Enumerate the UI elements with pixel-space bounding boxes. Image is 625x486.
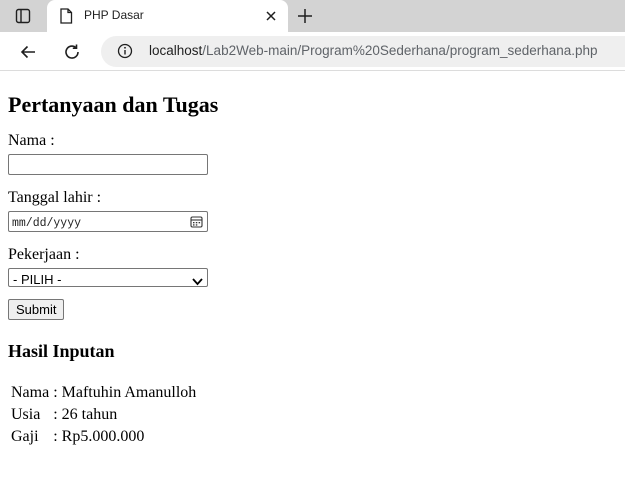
page-title: Pertanyaan dan Tugas — [8, 92, 219, 117]
dob-placeholder: mm/dd/yyyy — [12, 217, 82, 230]
name-input[interactable] — [8, 154, 208, 175]
result-label: Nama — [11, 384, 50, 401]
reload-icon[interactable] — [62, 42, 82, 62]
page-icon — [59, 8, 73, 24]
job-selected-value: - PILIH - — [13, 272, 62, 287]
browser-tab[interactable]: PHP Dasar — [47, 0, 288, 32]
result-value: : Maftuhin Amanulloh — [53, 384, 197, 401]
result-value: : 26 tahun — [53, 406, 118, 423]
tab-title: PHP Dasar — [84, 8, 144, 22]
tab-strip: PHP Dasar — [0, 0, 625, 32]
table-row: Nama : Maftuhin Amanulloh — [10, 383, 197, 403]
job-label: Pekerjaan : — [8, 246, 80, 263]
url-path: /Lab2Web-main/Program%20Sederhana/progra… — [202, 43, 598, 58]
result-label: Gaji — [11, 428, 39, 445]
browser-toolbar: localhost/Lab2Web-main/Program%20Sederha… — [0, 32, 625, 71]
calendar-icon[interactable] — [190, 215, 203, 228]
result-label: Usia — [11, 406, 41, 423]
new-tab-icon[interactable] — [295, 6, 315, 26]
site-info-icon[interactable] — [117, 43, 133, 59]
results-table: Nama : Maftuhin Amanulloh Usia : 26 tahu… — [8, 381, 199, 449]
page-content: Pertanyaan dan Tugas Nama : Tanggal lahi… — [0, 92, 625, 449]
submit-button[interactable]: Submit — [8, 299, 65, 320]
chevron-down-icon — [192, 273, 203, 286]
url-text: localhost/Lab2Web-main/Program%20Sederha… — [149, 43, 598, 58]
result-value: : Rp5.000.000 — [53, 428, 145, 445]
job-select[interactable]: - PILIH - — [8, 268, 208, 287]
input-form: Nama : Tanggal lahir : mm/dd/yyyy Pekerj… — [8, 132, 617, 320]
url-host: localhost — [149, 43, 203, 58]
dob-date-input[interactable]: mm/dd/yyyy — [8, 211, 208, 232]
close-tab-icon[interactable] — [263, 8, 279, 24]
dob-label: Tanggal lahir : — [8, 189, 102, 206]
sidebar-toggle-icon[interactable] — [14, 7, 32, 25]
address-bar[interactable]: localhost/Lab2Web-main/Program%20Sederha… — [101, 36, 625, 67]
table-row: Usia : 26 tahun — [10, 405, 197, 425]
table-row: Gaji : Rp5.000.000 — [10, 427, 197, 447]
back-arrow-icon[interactable] — [18, 42, 38, 62]
name-label: Nama : — [8, 132, 55, 149]
results-heading: Hasil Inputan — [8, 341, 115, 361]
